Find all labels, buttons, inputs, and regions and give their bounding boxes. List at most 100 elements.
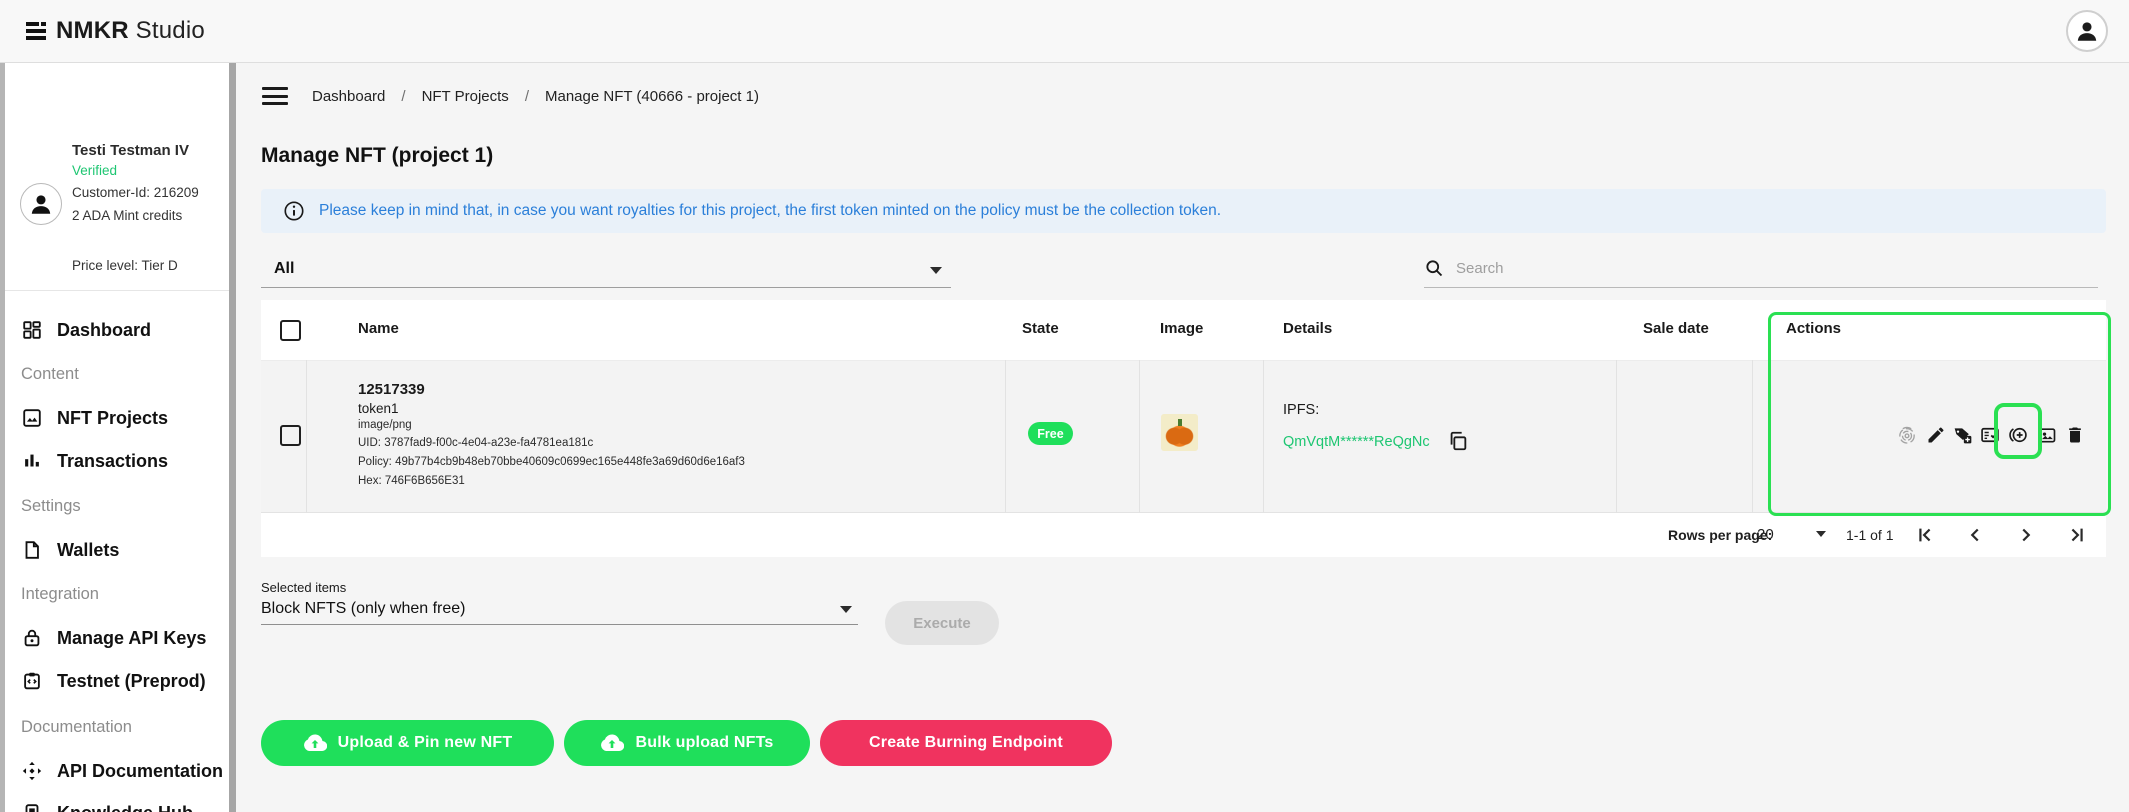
nmkr-logo-icon — [26, 22, 46, 40]
brand[interactable]: NMKR Studio — [26, 0, 205, 62]
cloud-upload-icon — [600, 731, 624, 755]
verified-badge: Verified — [72, 163, 117, 178]
search-input[interactable] — [1454, 259, 1778, 278]
column-header-actions: Actions — [1786, 320, 1841, 337]
transactions-icon — [21, 450, 43, 472]
api-docs-icon — [21, 760, 43, 782]
bulk-action-underline — [261, 624, 858, 625]
ipfs-label: IPFS: — [1283, 402, 1319, 418]
copy-icon[interactable] — [1447, 430, 1469, 452]
search-icon — [1424, 258, 1444, 278]
person-icon — [28, 191, 54, 217]
last-page-icon[interactable] — [2066, 524, 2088, 546]
sidebar-item-nft-projects[interactable]: NFT Projects — [5, 397, 229, 439]
execute-button[interactable]: Execute — [885, 601, 999, 645]
bulk-action-caret-icon[interactable] — [840, 606, 852, 613]
bulk-upload-nfts-button[interactable]: Bulk upload NFTs — [564, 720, 810, 766]
sidebar-item-manage-api-keys[interactable]: Manage API Keys — [5, 617, 229, 659]
cell-divider — [1752, 360, 1753, 513]
sidebar-section-content: Content — [21, 365, 79, 384]
brand-suffix: Studio — [136, 17, 205, 44]
sidebar-section-documentation: Documentation — [21, 718, 132, 737]
column-header-sale-date: Sale date — [1643, 320, 1709, 337]
token-uid: UID: 3787fad9-f00c-4e04-a23e-fa4781ea181… — [358, 437, 593, 449]
sidebar-item-wallets[interactable]: Wallets — [5, 529, 229, 571]
state-badge: Free — [1028, 422, 1073, 445]
menu-toggle-icon[interactable] — [262, 87, 288, 105]
bulk-action-select[interactable]: Block NFTS (only when free) — [261, 600, 466, 618]
table-footer — [261, 513, 2106, 557]
next-page-icon[interactable] — [2015, 524, 2037, 546]
sidebar-item-testnet[interactable]: Testnet (Preprod) — [5, 660, 229, 702]
first-page-icon[interactable] — [1914, 524, 1936, 546]
info-icon — [283, 200, 305, 222]
breadcrumb-dashboard[interactable]: Dashboard — [312, 88, 385, 105]
mint-credits: 2 ADA Mint credits — [72, 208, 182, 223]
add-tag-icon[interactable] — [1953, 425, 1973, 445]
nft-projects-icon — [21, 407, 43, 429]
cell-divider — [306, 360, 307, 513]
brand-name: NMKR — [56, 17, 129, 44]
sidebar-item-transactions[interactable]: Transactions — [5, 440, 229, 482]
customer-id: Customer-Id: 216209 — [72, 185, 199, 200]
breadcrumb-separator: / — [525, 88, 529, 105]
token-mime: image/png — [358, 419, 412, 431]
token-id: 12517339 — [358, 381, 425, 398]
column-header-name: Name — [358, 320, 399, 337]
delete-icon[interactable] — [2065, 425, 2085, 445]
select-all-checkbox[interactable] — [280, 320, 301, 341]
previous-page-icon[interactable] — [1964, 524, 1986, 546]
cloud-upload-icon — [303, 731, 327, 755]
filter-underline — [261, 287, 951, 288]
wallets-icon — [21, 539, 43, 561]
nft-thumbnail[interactable] — [1161, 414, 1198, 451]
pagination-range: 1-1 of 1 — [1846, 527, 1893, 543]
column-header-details: Details — [1283, 320, 1332, 337]
banner-text: Please keep in mind that, in case you wa… — [319, 202, 1221, 220]
filter-select[interactable]: All — [274, 260, 294, 278]
user-avatar — [20, 183, 62, 225]
column-header-state: State — [1022, 320, 1059, 337]
row-checkbox[interactable] — [280, 425, 301, 446]
sidebar-section-settings: Settings — [21, 497, 81, 516]
selected-items-label: Selected items — [261, 580, 346, 595]
sidebar-section-integration: Integration — [21, 585, 99, 604]
testnet-icon — [21, 670, 43, 692]
account-avatar[interactable] — [2066, 10, 2108, 52]
sidebar-item-knowledge-hub[interactable]: Knowledge Hub — [5, 792, 229, 812]
cell-divider — [1139, 360, 1140, 513]
sidebar-scrollbar[interactable] — [229, 62, 236, 812]
image-copy-icon[interactable] — [2037, 425, 2057, 445]
lock-icon — [21, 627, 43, 649]
upload-pin-nft-button[interactable]: Upload & Pin new NFT — [261, 720, 554, 766]
breadcrumb-separator: / — [401, 88, 405, 105]
cell-divider — [1263, 360, 1264, 513]
sidebar-item-dashboard[interactable]: Dashboard — [5, 309, 229, 351]
topbar: NMKR Studio — [0, 0, 2129, 63]
duplicate-point-icon[interactable] — [2008, 425, 2028, 445]
fact-check-icon[interactable] — [1980, 425, 2000, 445]
user-name: Testi Testman IV — [72, 142, 189, 159]
edit-icon[interactable] — [1926, 425, 1946, 445]
cell-divider — [1616, 360, 1617, 513]
rows-per-page-caret-icon[interactable] — [1816, 531, 1826, 537]
token-hex: Hex: 746F6B656E31 — [358, 475, 465, 487]
cell-divider — [1005, 360, 1006, 513]
brand-text: NMKR Studio — [56, 17, 205, 45]
person-icon — [2074, 18, 2100, 44]
price-level: Price level: Tier D — [72, 258, 178, 273]
fingerprint-icon[interactable] — [1897, 425, 1917, 445]
sidebar: Testi Testman IV Verified Customer-Id: 2… — [5, 62, 229, 812]
dashboard-icon — [21, 319, 43, 341]
info-banner: Please keep in mind that, in case you wa… — [261, 189, 2106, 233]
rows-per-page-select[interactable]: 20 — [1757, 526, 1774, 543]
knowledge-hub-icon — [21, 802, 43, 812]
sidebar-item-api-documentation[interactable]: API Documentation — [5, 750, 229, 792]
filter-caret-icon[interactable] — [930, 267, 942, 274]
token-name: token1 — [358, 401, 399, 416]
breadcrumb-nft-projects[interactable]: NFT Projects — [422, 88, 509, 105]
search-underline — [1424, 287, 2098, 288]
create-burning-endpoint-button[interactable]: Create Burning Endpoint — [820, 720, 1112, 766]
token-policy: Policy: 49b77b4cb9b48eb70bbe40609c0699ec… — [358, 456, 745, 468]
ipfs-hash-link[interactable]: QmVqtM******ReQgNc — [1283, 434, 1430, 450]
